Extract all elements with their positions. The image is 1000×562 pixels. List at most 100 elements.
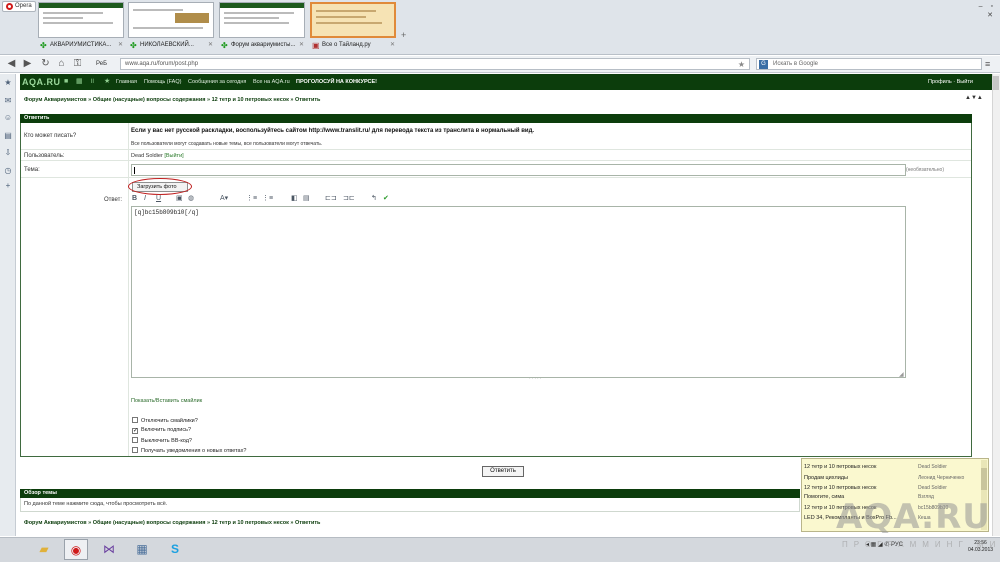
popup-scrollbar-thumb[interactable]	[981, 468, 987, 490]
key-icon[interactable]: ⚿	[72, 58, 83, 70]
folder-icon[interactable]: ▰	[32, 539, 56, 560]
resize-corner-icon[interactable]: ◢	[899, 371, 904, 378]
numbered-list-button[interactable]: ⋮≡	[262, 194, 273, 204]
home-icon[interactable]: ■	[64, 77, 68, 87]
option-signature[interactable]: ✓ Включить подпись?	[132, 427, 191, 434]
breadcrumb[interactable]: Форум Аквариумистов » Общие (насущные) в…	[24, 96, 320, 104]
checkbox[interactable]	[132, 417, 138, 423]
close-tab-icon[interactable]: ✕	[208, 40, 213, 51]
list-button[interactable]: ⋮≡	[246, 194, 257, 204]
grid-icon[interactable]: ▦	[76, 77, 83, 87]
site-favicon-icon: ▣	[312, 41, 320, 50]
home-icon[interactable]: ⌂	[56, 58, 67, 70]
user-links[interactable]: Профиль · Выйти	[928, 78, 973, 86]
forward-icon[interactable]: ▶	[22, 58, 33, 70]
checkbox-checked[interactable]: ✓	[132, 428, 138, 434]
checkbox[interactable]	[132, 447, 138, 453]
breadcrumb-bottom[interactable]: Форум Аквариумистов » Общие (насущные) в…	[24, 519, 320, 527]
optional-hint: (необязательно)	[906, 167, 944, 173]
option-notify[interactable]: Получать уведомления о новых ответах?	[132, 447, 246, 455]
opera-icon[interactable]: ◉	[64, 539, 88, 560]
reload-icon[interactable]: ↻	[40, 58, 51, 70]
topic-review-title: Обзор темы	[20, 489, 800, 498]
user-info: Dead Soldier [Выйти]	[131, 153, 184, 160]
topic-review-text[interactable]: По данной теме нажмите сюда, чтобы просм…	[24, 501, 167, 507]
contacts-icon[interactable]: ☺	[3, 113, 13, 123]
align-right-button[interactable]: ⊐⊏	[343, 194, 355, 204]
resize-grip-icon[interactable]: ·····	[529, 376, 542, 382]
scrollbar-thumb[interactable]	[993, 76, 999, 90]
code-button[interactable]: ▤	[303, 194, 310, 204]
mail-icon[interactable]: ✉	[3, 96, 13, 106]
visual-studio-icon[interactable]: ⋈	[97, 539, 121, 560]
menu-icon[interactable]: ≡	[985, 58, 997, 70]
image-button[interactable]: ▣	[176, 194, 183, 204]
history-icon[interactable]: ◷	[3, 166, 13, 176]
notification-title[interactable]: Продам цихлиды	[804, 474, 848, 482]
promo-link[interactable]: ПРОГОЛОСУЙ НА КОНКУРСЕ!	[296, 78, 377, 86]
subject-input[interactable]	[131, 164, 906, 176]
skype-icon[interactable]: S	[163, 539, 187, 560]
watermark-subtitle: ПРОГРАММИНГ МИР	[842, 540, 1000, 549]
option-disable-bbcode[interactable]: Выключить BB-код?	[132, 437, 192, 445]
message-textarea[interactable]	[131, 206, 906, 378]
undo-button[interactable]: ↰	[371, 194, 377, 204]
underline-button[interactable]: U	[156, 194, 161, 204]
submit-button[interactable]: Ответить	[482, 466, 524, 477]
rb-badge[interactable]: РеБ	[96, 59, 116, 69]
tab-3[interactable]: ✤ Форум аквариумисты... ✕	[219, 40, 305, 51]
tab-thumbnail[interactable]	[219, 2, 305, 38]
tab-4[interactable]: ▣ Все о Тайланд.ру ✕	[310, 40, 396, 51]
checkbox[interactable]	[132, 437, 138, 443]
site-logo[interactable]: AQA.RU	[22, 76, 61, 88]
tab-thumbnail-active[interactable]	[310, 2, 396, 38]
tab-2[interactable]: ✤ НИКОЛАЕВСКИЙ... ✕	[128, 40, 214, 51]
nav-home[interactable]: Главная	[116, 78, 137, 86]
notification-title[interactable]: 12 тетр и 10 петровых несок	[804, 484, 876, 492]
search-input[interactable]: G Искать в Google	[756, 58, 982, 70]
close-tab-icon[interactable]: ✕	[299, 40, 304, 51]
pause-icon[interactable]: ॥	[90, 77, 94, 87]
nav-today[interactable]: Сообщения за сегодня	[188, 78, 246, 86]
window-controls[interactable]: – ▫ ✕	[966, 2, 996, 19]
notification-author: Dead Soldier	[918, 464, 947, 470]
close-tab-icon[interactable]: ✕	[390, 40, 395, 51]
translit-notice[interactable]: Если у вас нет русской раскладки, воспол…	[131, 127, 534, 135]
notification-title[interactable]: 12 тетр и 10 петровых несок	[804, 463, 876, 471]
calculator-icon[interactable]: ▦	[130, 539, 154, 560]
star-icon[interactable]: ★	[104, 77, 110, 87]
close-tab-icon[interactable]: ✕	[118, 40, 123, 51]
italic-button[interactable]: I	[144, 194, 146, 204]
back-icon[interactable]: ◀	[6, 58, 17, 70]
align-left-button[interactable]: ⊏⊐	[325, 194, 337, 204]
bold-button[interactable]: B	[132, 194, 137, 204]
option-disable-smiles[interactable]: Отключить смайлики?	[132, 417, 198, 425]
address-field[interactable]: www.aqa.ru/forum/post.php ★	[120, 58, 750, 70]
aqa-favicon-icon: ✤	[221, 41, 228, 50]
tab-thumbnail[interactable]	[38, 2, 124, 38]
add-icon[interactable]: +	[3, 181, 13, 191]
link-button[interactable]: ◍	[188, 194, 194, 204]
new-tab-button[interactable]: +	[401, 30, 411, 40]
nav-faq[interactable]: Помощь (FAQ)	[144, 78, 181, 86]
editor-toolbar: B I U ▣ ◍ A▾ ⋮≡ ⋮≡ ◧ ▤ ⊏⊐ ⊐⊏ ↰ ✔	[131, 194, 411, 204]
notes-icon[interactable]: ▤	[3, 131, 13, 141]
font-color-button[interactable]: A▾	[220, 194, 228, 204]
logout-link[interactable]: [Выйти]	[164, 153, 183, 159]
navigation-arrows[interactable]: ▲▼▲	[965, 95, 983, 101]
nav-all[interactable]: Все на AQA.ru	[253, 78, 290, 86]
opera-icon	[6, 3, 13, 10]
check-spelling-button[interactable]: ✔	[383, 194, 389, 204]
star-icon[interactable]: ★	[3, 78, 13, 88]
quote-button[interactable]: ◧	[291, 194, 298, 204]
tab-1[interactable]: ✤ АКВАРИУМИСТИКА... ✕	[38, 40, 124, 51]
column-divider	[128, 123, 129, 456]
smiles-link[interactable]: Показать/Вставить смайлик	[131, 398, 202, 404]
google-icon: G	[759, 60, 768, 69]
watermark-logo: AQA.RU	[836, 497, 991, 537]
page-scrollbar[interactable]	[992, 74, 1000, 536]
bookmark-star-icon[interactable]: ★	[738, 59, 745, 70]
opera-menu-button[interactable]: Opera	[2, 1, 36, 12]
tab-thumbnail[interactable]	[128, 2, 214, 38]
downloads-icon[interactable]: ⇩	[3, 148, 13, 158]
